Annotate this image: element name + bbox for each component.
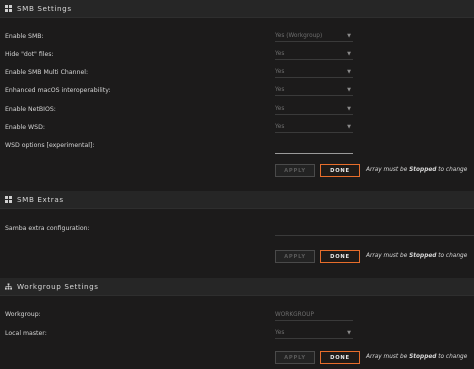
hide-dot-files-select[interactable]: Yes ▼ bbox=[275, 48, 353, 60]
wsd-options-input[interactable] bbox=[275, 142, 353, 154]
note-bold: Stopped bbox=[409, 167, 437, 173]
enable-netbios-label: Enable NetBIOS: bbox=[5, 106, 56, 113]
done-button[interactable]: DONE bbox=[320, 250, 360, 263]
hide-dot-files-label: Hide "dot" files: bbox=[5, 51, 54, 58]
note-suffix: to change bbox=[436, 354, 468, 360]
note-prefix: Array must be bbox=[366, 167, 410, 173]
windows-icon bbox=[5, 196, 12, 203]
smb-extras-header: SMB Extras bbox=[0, 191, 474, 209]
apply-button[interactable]: APPLY bbox=[275, 351, 315, 364]
chevron-down-icon: ▼ bbox=[347, 329, 351, 336]
select-value: Yes bbox=[275, 123, 285, 130]
smb-multichannel-select[interactable]: Yes ▼ bbox=[275, 66, 353, 78]
smb-multichannel-label: Enable SMB Multi Channel: bbox=[5, 69, 89, 76]
section-title: SMB Settings bbox=[17, 4, 72, 13]
section-title: SMB Extras bbox=[17, 195, 64, 204]
chevron-down-icon: ▼ bbox=[347, 105, 351, 112]
select-value: Yes bbox=[275, 329, 285, 336]
smb-settings-header: SMB Settings bbox=[0, 0, 474, 18]
enable-wsd-label: Enable WSD: bbox=[5, 124, 45, 131]
enable-netbios-select[interactable]: Yes ▼ bbox=[275, 103, 353, 115]
windows-icon bbox=[5, 5, 12, 12]
chevron-down-icon: ▼ bbox=[347, 123, 351, 130]
note-bold: Stopped bbox=[409, 253, 437, 259]
enable-smb-label: Enable SMB: bbox=[5, 33, 44, 40]
apply-button[interactable]: APPLY bbox=[275, 164, 315, 177]
note-prefix: Array must be bbox=[366, 354, 410, 360]
enable-smb-select[interactable]: Yes (Workgroup) ▼ bbox=[275, 30, 353, 42]
select-value: Yes bbox=[275, 86, 285, 93]
select-value: Yes bbox=[275, 50, 285, 57]
samba-extra-config-label: Samba extra configuration: bbox=[5, 225, 90, 232]
array-stopped-note: Array must be Stopped to change bbox=[366, 167, 467, 173]
select-value: Yes bbox=[275, 68, 285, 75]
note-prefix: Array must be bbox=[366, 253, 410, 259]
macos-interop-select[interactable]: Yes ▼ bbox=[275, 84, 353, 96]
note-bold: Stopped bbox=[409, 354, 437, 360]
select-value: Yes (Workgroup) bbox=[275, 32, 323, 39]
array-stopped-note: Array must be Stopped to change bbox=[366, 253, 467, 259]
note-suffix: to change bbox=[436, 167, 468, 173]
workgroup-label: Workgroup: bbox=[5, 311, 41, 318]
section-title: Workgroup Settings bbox=[17, 282, 99, 291]
chevron-down-icon: ▼ bbox=[347, 86, 351, 93]
chevron-down-icon: ▼ bbox=[347, 50, 351, 57]
chevron-down-icon: ▼ bbox=[347, 32, 351, 39]
macos-interop-label: Enhanced macOS interoperability: bbox=[5, 87, 111, 94]
array-stopped-note: Array must be Stopped to change bbox=[366, 354, 467, 360]
wsd-options-label: WSD options [experimental]: bbox=[5, 142, 95, 149]
note-suffix: to change bbox=[436, 253, 468, 259]
local-master-select[interactable]: Yes ▼ bbox=[275, 327, 353, 339]
select-value: Yes bbox=[275, 105, 285, 112]
workgroup-settings-header: Workgroup Settings bbox=[0, 278, 474, 296]
local-master-label: Local master: bbox=[5, 330, 47, 337]
samba-extra-config-input[interactable] bbox=[275, 224, 474, 236]
done-button[interactable]: DONE bbox=[320, 351, 360, 364]
chevron-down-icon: ▼ bbox=[347, 68, 351, 75]
network-icon bbox=[5, 283, 12, 290]
enable-wsd-select[interactable]: Yes ▼ bbox=[275, 121, 353, 133]
done-button[interactable]: DONE bbox=[320, 164, 360, 177]
workgroup-input[interactable]: WORKGROUP bbox=[275, 309, 353, 321]
apply-button[interactable]: APPLY bbox=[275, 250, 315, 263]
